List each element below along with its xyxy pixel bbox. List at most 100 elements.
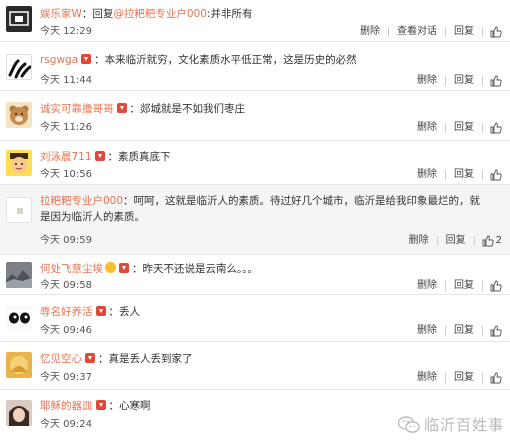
- avatar[interactable]: [6, 54, 32, 80]
- comment-actions: 删除 回复: [409, 75, 502, 87]
- avatar[interactable]: [6, 262, 32, 288]
- like-button[interactable]: [483, 325, 502, 337]
- reply-button[interactable]: 回复: [446, 169, 482, 181]
- comment-text: 昨天不还说是云南么。。。: [142, 263, 259, 275]
- username-link[interactable]: 耶稣的器皿: [40, 400, 93, 412]
- comment-actions: 删除 回复: [409, 169, 502, 181]
- delete-button[interactable]: 删除: [409, 280, 445, 292]
- separator: ：: [108, 306, 120, 318]
- reply-prefix: 回复: [92, 8, 114, 20]
- reply-button[interactable]: 回复: [446, 325, 482, 337]
- comment-list: 娱乐家W：回复@拉粑粑专业户000:并非所有 今天 12:29 删除 查看对话 …: [0, 0, 510, 441]
- username-link[interactable]: 忆见空心: [40, 353, 82, 365]
- comment-time: 今天 12:29: [40, 26, 92, 37]
- reply-button[interactable]: 回复: [438, 235, 474, 247]
- comment-actions: 删除 回复: [409, 122, 502, 134]
- comment-item: 拉粑粑专业户000：呵呵，这就是临沂人的素质。待过好几个城市，临沂是给我印象最烂…: [0, 184, 510, 255]
- comment-body: 刘泳晨711 ：素质真底下: [40, 149, 502, 165]
- delete-button[interactable]: 删除: [409, 122, 445, 134]
- avatar[interactable]: [6, 197, 32, 223]
- comment-actions: 删除 回复: [409, 280, 502, 292]
- comment-text: 郯城就是不如我们枣庄: [140, 103, 245, 115]
- avatar[interactable]: [6, 150, 32, 176]
- username-link[interactable]: rsgwga: [40, 54, 78, 66]
- thumbs-up-icon: [482, 235, 494, 247]
- avatar[interactable]: [6, 305, 32, 331]
- comment-time: 今天 09:59: [40, 235, 92, 246]
- comment-body: 忆见空心 ：真是丢人丢到家了: [40, 351, 502, 367]
- comment-body: 辱名好养活 ：丢人: [40, 304, 502, 320]
- reply-button[interactable]: 回复: [446, 280, 482, 292]
- vip-badge-icon: [95, 306, 106, 316]
- comment-actions: 删除 查看对话 回复: [352, 26, 502, 38]
- emoji-badge-icon: [105, 262, 116, 273]
- vip-badge-icon: [116, 103, 127, 113]
- mention-link[interactable]: @拉粑粑专业户000: [113, 8, 207, 20]
- comment-body: rsgwga ：本来临沂就穷，文化素质水平低正常，这是历史的必然: [40, 52, 502, 68]
- comment-text: :并非所有: [206, 8, 253, 20]
- separator: ：: [81, 8, 93, 20]
- like-button[interactable]: [483, 26, 502, 38]
- username-link[interactable]: 拉粑粑专业户000: [40, 195, 123, 207]
- username-link[interactable]: 诚实可靠撸哥哥: [40, 103, 114, 115]
- separator: ：: [132, 263, 143, 275]
- delete-button[interactable]: 删除: [409, 169, 445, 181]
- reply-button[interactable]: 回复: [446, 122, 482, 134]
- delete-button[interactable]: 删除: [401, 235, 437, 247]
- username-link[interactable]: 何处飞意尘埃: [40, 263, 103, 275]
- separator: ：: [98, 353, 109, 365]
- delete-button[interactable]: 删除: [409, 325, 445, 337]
- username-link[interactable]: 刘泳晨711: [40, 151, 92, 163]
- reply-button[interactable]: 回复: [446, 372, 482, 384]
- vip-badge-icon: [81, 54, 92, 64]
- username-link[interactable]: 辱名好养活: [40, 306, 93, 318]
- comment-body: 何处飞意尘埃 ：昨天不还说是云南么。。。: [40, 261, 502, 277]
- vip-badge-icon: [119, 263, 129, 273]
- comment-item: 诚实可靠撸哥哥 ：郯城就是不如我们枣庄 今天 11:26 删除 回复: [0, 90, 510, 141]
- vip-badge-icon: [94, 151, 105, 161]
- like-button[interactable]: [483, 122, 502, 134]
- comment-time: 今天 09:58: [40, 280, 92, 291]
- reply-button[interactable]: 回复: [446, 75, 482, 87]
- vip-badge-icon: [95, 400, 106, 410]
- comment-actions: 删除 回复: [409, 372, 502, 384]
- view-conversation-button[interactable]: 查看对话: [389, 26, 445, 38]
- comment-time: 今天 09:46: [40, 325, 92, 336]
- avatar[interactable]: [6, 102, 32, 128]
- watermark-text: 临沂百姓事: [423, 416, 504, 434]
- delete-button[interactable]: 删除: [352, 26, 388, 38]
- comment-text: 真是丢人丢到家了: [108, 353, 193, 365]
- comment-text: 心寒啊: [119, 400, 151, 412]
- comment-text: 丢人: [119, 306, 140, 318]
- comment-time: 今天 11:44: [40, 75, 92, 86]
- avatar[interactable]: [6, 6, 32, 32]
- comment-body: 耶稣的器皿 ：心寒啊: [40, 398, 502, 414]
- thumbs-up-icon: [490, 169, 502, 181]
- like-count: 2: [495, 235, 502, 246]
- like-button[interactable]: [483, 169, 502, 181]
- like-button[interactable]: [483, 75, 502, 87]
- comment-time: 今天 11:26: [40, 122, 92, 133]
- delete-button[interactable]: 删除: [409, 75, 445, 87]
- thumbs-up-icon: [490, 325, 502, 337]
- comment-body: 拉粑粑专业户000：呵呵，这就是临沂人的素质。待过好几个城市，临沂是给我印象最烂…: [40, 193, 484, 225]
- comment-body: 诚实可靠撸哥哥 ：郯城就是不如我们枣庄: [40, 101, 502, 117]
- avatar[interactable]: [6, 352, 32, 378]
- delete-button[interactable]: 删除: [409, 372, 445, 384]
- like-button[interactable]: [483, 280, 502, 292]
- thumbs-up-icon: [490, 280, 502, 292]
- separator: ：: [123, 195, 134, 207]
- like-button[interactable]: 2: [475, 235, 502, 247]
- comment-item: 忆见空心 ：真是丢人丢到家了 今天 09:37 删除 回复: [0, 341, 510, 390]
- avatar[interactable]: [6, 400, 32, 426]
- reply-button[interactable]: 回复: [446, 26, 482, 38]
- comment-time: 今天 09:24: [40, 419, 92, 430]
- like-button[interactable]: [483, 372, 502, 384]
- comment-item: rsgwga ：本来临沂就穷，文化素质水平低正常，这是历史的必然 今天 11:44…: [0, 41, 510, 91]
- username-link[interactable]: 娱乐家W: [40, 8, 82, 20]
- thumbs-up-icon: [490, 122, 502, 134]
- comment-actions: 删除 回复 2: [401, 235, 502, 247]
- thumbs-up-icon: [490, 75, 502, 87]
- comment-actions: 删除 回复: [409, 325, 502, 337]
- comment-body: 娱乐家W：回复@拉粑粑专业户000:并非所有: [40, 6, 502, 22]
